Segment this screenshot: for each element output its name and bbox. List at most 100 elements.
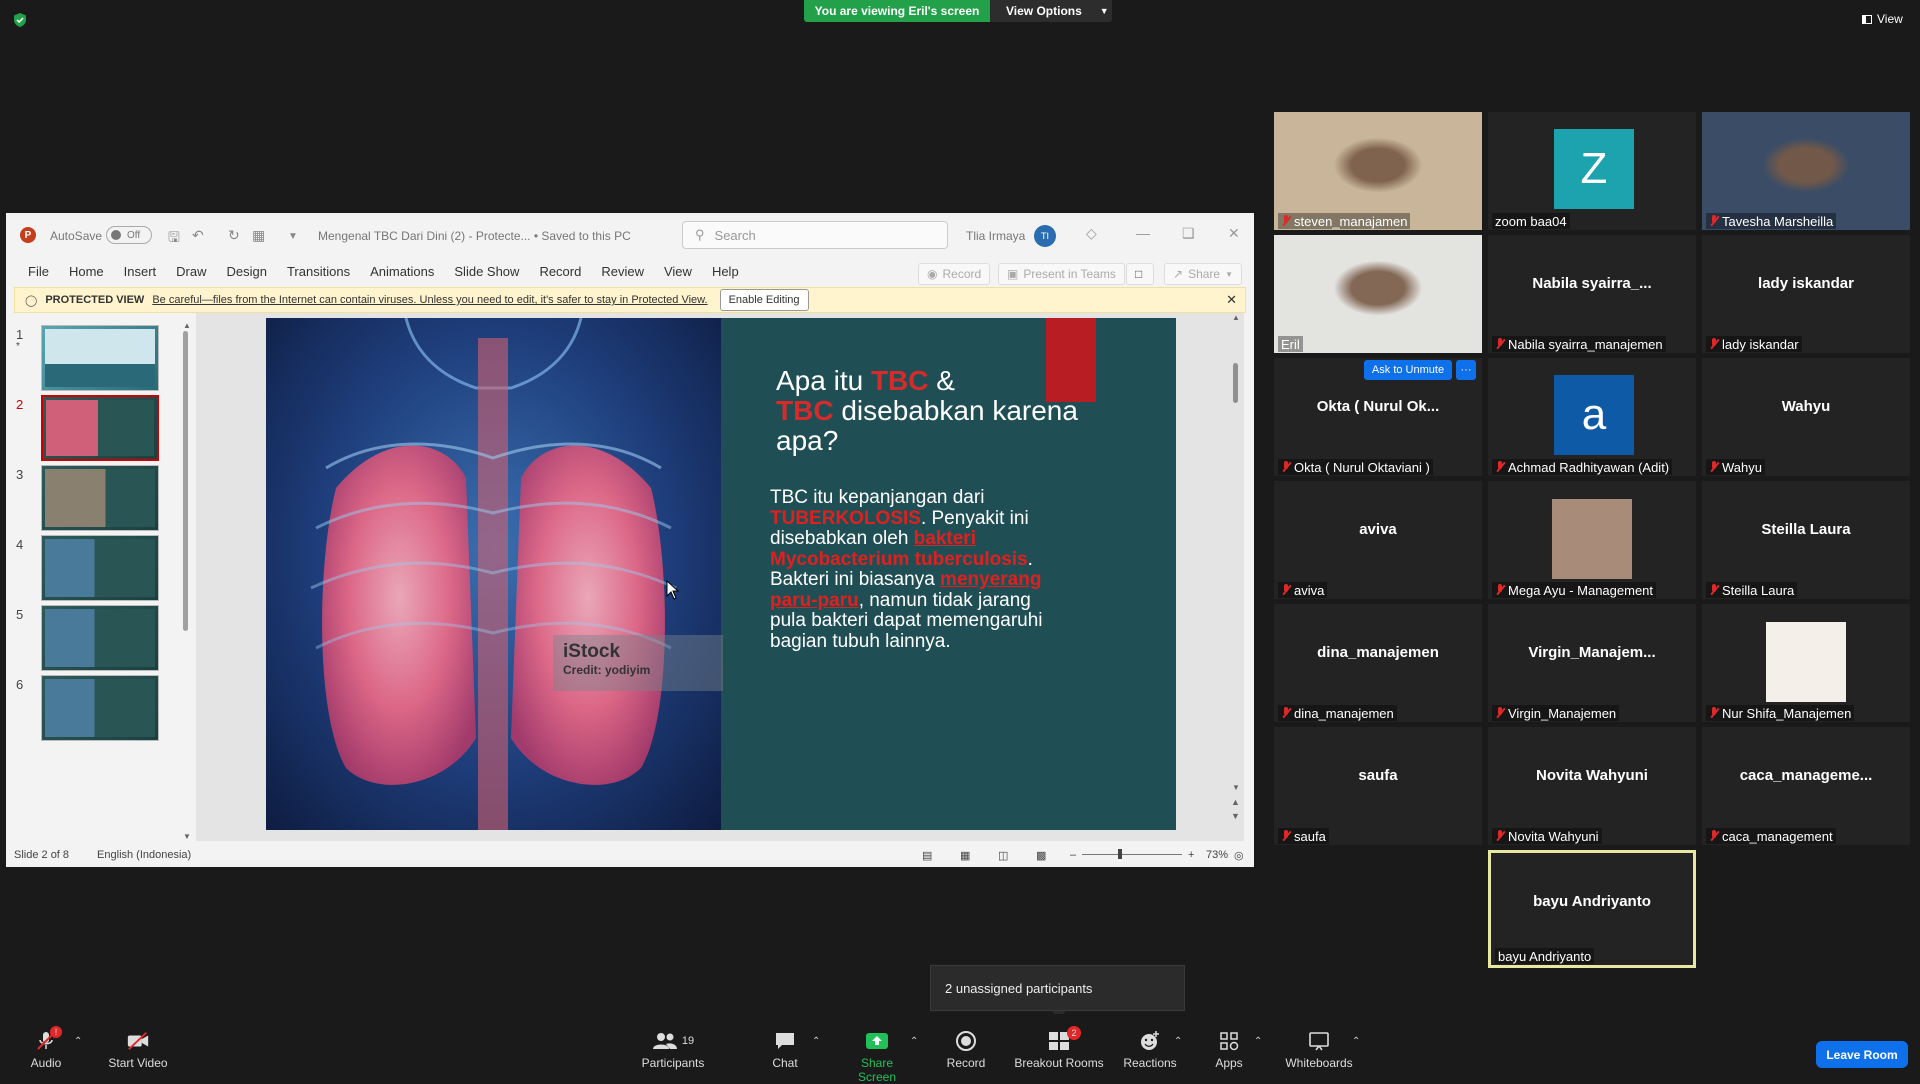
participants-button[interactable]: 19 Participants <box>640 1030 706 1070</box>
slideshow-view-icon[interactable]: ▩ <box>1036 849 1046 862</box>
audio-button[interactable]: ! Audio <box>28 1026 64 1070</box>
more-options-button[interactable]: ··· <box>1456 360 1476 380</box>
participant-tile[interactable]: Wahyu Wahyu <box>1702 358 1910 476</box>
customize-toolbar-icon[interactable]: ▼ <box>288 231 298 242</box>
leave-room-button[interactable]: Leave Room <box>1816 1041 1908 1068</box>
chat-button[interactable]: Chat <box>770 1030 800 1070</box>
menu-review[interactable]: Review <box>601 264 644 279</box>
view-button[interactable]: View <box>1862 12 1903 26</box>
save-icon[interactable]: 🖫 <box>168 227 180 251</box>
participant-tile[interactable]: steven_manajamen <box>1274 112 1482 230</box>
apps-button[interactable]: Apps <box>1212 1030 1246 1070</box>
participant-tile[interactable]: dina_manajemen dina_manajemen <box>1274 604 1482 722</box>
participant-tile[interactable]: lady iskandar lady iskandar <box>1702 235 1910 353</box>
participant-name-label: Okta ( Nurul Oktaviani ) <box>1278 459 1433 475</box>
participant-tile[interactable]: Nur Shifa_Manajemen <box>1702 604 1910 722</box>
protected-view-label: PROTECTED VIEW <box>45 294 145 306</box>
thumb-number: 5 <box>16 607 24 622</box>
participant-tile[interactable]: Nabila syairra_... Nabila syairra_manajem… <box>1488 235 1696 353</box>
participant-tile[interactable]: Virgin_Manajem... Virgin_Manajemen <box>1488 604 1696 722</box>
zoom-out-icon[interactable]: – <box>1070 849 1076 861</box>
close-icon[interactable]: ✕ <box>1228 225 1240 242</box>
reading-view-icon[interactable]: ◫ <box>998 849 1008 862</box>
participant-tile[interactable]: Mega Ayu - Management <box>1488 481 1696 599</box>
comments-button[interactable]: □ <box>1126 263 1154 285</box>
breakout-rooms-button[interactable]: 2 Breakout Rooms <box>1014 1026 1104 1070</box>
slide-sorter-icon[interactable]: ▦ <box>960 849 970 862</box>
apps-options-caret[interactable]: ⌃ <box>1254 1036 1262 1047</box>
previous-slide-icon[interactable]: ▲ <box>1231 797 1240 807</box>
menu-slide-show[interactable]: Slide Show <box>454 264 519 279</box>
participant-tile[interactable]: Steilla Laura Steilla Laura <box>1702 481 1910 599</box>
participant-tile[interactable]: caca_manageme... caca_management <box>1702 727 1910 845</box>
start-video-button[interactable]: Start Video <box>106 1030 170 1070</box>
participant-display-name: bayu Andriyanto <box>1533 893 1651 910</box>
record-button[interactable]: Record <box>946 1030 986 1070</box>
menu-help[interactable]: Help <box>712 264 739 279</box>
menu-draw[interactable]: Draw <box>176 264 206 279</box>
share-button[interactable]: ↗ Share ▼ <box>1164 263 1243 285</box>
menu-transitions[interactable]: Transitions <box>287 264 350 279</box>
participant-name-label: Novita Wahyuni <box>1492 828 1602 844</box>
participant-tile[interactable]: aviva aviva <box>1274 481 1482 599</box>
diamond-icon[interactable]: ◇ <box>1086 225 1097 242</box>
record-button[interactable]: ◉ Record <box>918 263 991 285</box>
menu-view[interactable]: View <box>664 264 692 279</box>
fit-slide-icon[interactable]: ◎ <box>1234 849 1244 862</box>
view-options-button[interactable]: View Options ▼ <box>990 0 1112 22</box>
menu-design[interactable]: Design <box>227 264 267 279</box>
participant-tile[interactable]: a Achmad Radhityawan (Adit) <box>1488 358 1696 476</box>
participant-display-name: Wahyu <box>1781 398 1831 415</box>
menu-home[interactable]: Home <box>69 264 104 279</box>
autosave-toggle[interactable]: Off <box>106 226 152 244</box>
chat-options-caret[interactable]: ⌃ <box>812 1036 820 1047</box>
normal-view-icon[interactable]: ▤ <box>922 849 932 862</box>
slide-thumbnail-1[interactable] <box>41 325 159 391</box>
zoom-slider[interactable] <box>1082 849 1182 859</box>
participant-tile[interactable]: Eril <box>1274 235 1482 353</box>
participant-tile[interactable]: bayu Andriyanto bayu Andriyanto <box>1488 850 1696 968</box>
minimize-icon[interactable]: — <box>1136 225 1150 241</box>
menu-file[interactable]: File <box>28 264 49 279</box>
search-input[interactable]: ⚲ Search <box>682 221 948 249</box>
whiteboards-options-caret[interactable]: ⌃ <box>1352 1036 1360 1047</box>
whiteboards-button[interactable]: Whiteboards <box>1284 1030 1354 1070</box>
language[interactable]: English (Indonesia) <box>97 849 191 861</box>
restore-icon[interactable]: ❑ <box>1182 225 1195 242</box>
zoom-in-icon[interactable]: + <box>1188 849 1194 861</box>
audio-options-caret[interactable]: ⌃ <box>74 1036 82 1047</box>
slide-thumbnail-2[interactable] <box>41 395 159 461</box>
close-bar-icon[interactable]: ✕ <box>1226 292 1237 308</box>
redo-icon[interactable]: ↻ <box>228 227 240 244</box>
user-avatar[interactable]: TI <box>1034 225 1056 247</box>
slide-thumbnail-6[interactable] <box>41 675 159 741</box>
slide-thumbnail-4[interactable] <box>41 535 159 601</box>
zoom-percent[interactable]: 73% <box>1206 849 1228 861</box>
participant-tile[interactable]: Novita Wahyuni Novita Wahyuni <box>1488 727 1696 845</box>
security-shield-icon[interactable] <box>12 12 28 28</box>
menu-record[interactable]: Record <box>539 264 581 279</box>
reactions-button[interactable]: Reactions <box>1123 1030 1177 1070</box>
participant-tile[interactable]: Tavesha Marsheilla <box>1702 112 1910 230</box>
search-placeholder: Search <box>714 227 756 243</box>
reactions-options-caret[interactable]: ⌃ <box>1174 1036 1182 1047</box>
enable-editing-button[interactable]: Enable Editing <box>719 289 809 311</box>
next-slide-icon[interactable]: ▼ <box>1231 811 1240 821</box>
participant-tile[interactable]: Zzoom baa04 <box>1488 112 1696 230</box>
slide-thumbnail-5[interactable] <box>41 605 159 671</box>
ask-to-unmute-button[interactable]: Ask to Unmute <box>1364 360 1452 380</box>
reactions-label: Reactions <box>1123 1056 1177 1070</box>
participant-tile[interactable]: saufa saufa <box>1274 727 1482 845</box>
undo-icon[interactable]: ↶ <box>192 227 204 244</box>
thumbnails-scrollbar[interactable]: ▲ ▼ <box>182 321 191 841</box>
present-in-teams-button[interactable]: ▣ Present in Teams <box>998 263 1125 285</box>
record-label: Record <box>942 267 982 281</box>
protected-view-message[interactable]: Be careful—files from the Internet can c… <box>152 294 707 306</box>
menu-animations[interactable]: Animations <box>370 264 434 279</box>
slide-scrollbar[interactable]: ▲ ▼ ▲ ▼ <box>1228 313 1244 841</box>
present-from-beginning-icon[interactable]: ▦ <box>252 227 265 244</box>
menu-insert[interactable]: Insert <box>124 264 157 279</box>
share-screen-button[interactable]: Share Screen <box>842 1030 912 1084</box>
slide-thumbnail-3[interactable] <box>41 465 159 531</box>
share-options-caret[interactable]: ⌃ <box>910 1036 918 1047</box>
